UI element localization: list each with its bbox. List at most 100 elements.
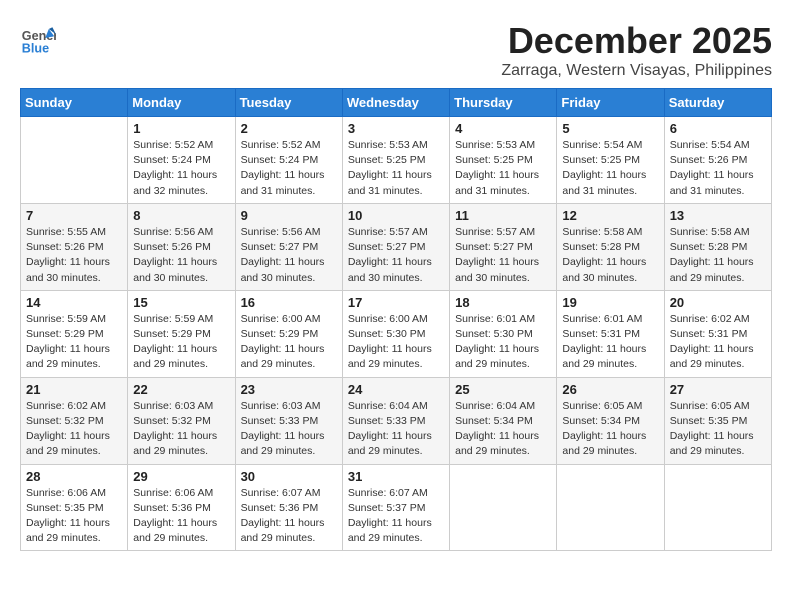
col-header-sunday: Sunday [21, 89, 128, 117]
calendar-cell: 29 Sunrise: 6:06 AM Sunset: 5:36 PM Dayli… [128, 464, 235, 551]
day-info: Sunrise: 6:02 AM Sunset: 5:32 PM Dayligh… [26, 399, 122, 460]
month-year: December 2025 [501, 20, 772, 62]
day-info: Sunrise: 5:53 AM Sunset: 5:25 PM Dayligh… [455, 138, 551, 199]
title-block: December 2025 Zarraga, Western Visayas, … [501, 20, 772, 80]
day-number: 12 [562, 208, 658, 223]
day-info: Sunrise: 6:04 AM Sunset: 5:33 PM Dayligh… [348, 399, 444, 460]
logo: General Blue [20, 20, 60, 56]
calendar-cell: 5 Sunrise: 5:54 AM Sunset: 5:25 PM Daylig… [557, 117, 664, 204]
day-info: Sunrise: 6:01 AM Sunset: 5:31 PM Dayligh… [562, 312, 658, 373]
calendar-cell: 12 Sunrise: 5:58 AM Sunset: 5:28 PM Dayli… [557, 203, 664, 290]
day-number: 2 [241, 121, 337, 136]
day-info: Sunrise: 5:58 AM Sunset: 5:28 PM Dayligh… [562, 225, 658, 286]
calendar-cell: 6 Sunrise: 5:54 AM Sunset: 5:26 PM Daylig… [664, 117, 771, 204]
calendar-cell: 9 Sunrise: 5:56 AM Sunset: 5:27 PM Daylig… [235, 203, 342, 290]
day-info: Sunrise: 5:56 AM Sunset: 5:27 PM Dayligh… [241, 225, 337, 286]
day-number: 27 [670, 382, 766, 397]
col-header-friday: Friday [557, 89, 664, 117]
day-number: 31 [348, 469, 444, 484]
day-info: Sunrise: 6:00 AM Sunset: 5:30 PM Dayligh… [348, 312, 444, 373]
calendar-cell [557, 464, 664, 551]
col-header-thursday: Thursday [450, 89, 557, 117]
location: Zarraga, Western Visayas, Philippines [501, 62, 772, 80]
calendar-cell: 26 Sunrise: 6:05 AM Sunset: 5:34 PM Dayli… [557, 377, 664, 464]
day-number: 24 [348, 382, 444, 397]
day-number: 16 [241, 295, 337, 310]
day-number: 6 [670, 121, 766, 136]
day-number: 17 [348, 295, 444, 310]
day-number: 1 [133, 121, 229, 136]
col-header-monday: Monday [128, 89, 235, 117]
calendar-cell: 22 Sunrise: 6:03 AM Sunset: 5:32 PM Dayli… [128, 377, 235, 464]
day-info: Sunrise: 6:02 AM Sunset: 5:31 PM Dayligh… [670, 312, 766, 373]
calendar-cell: 1 Sunrise: 5:52 AM Sunset: 5:24 PM Daylig… [128, 117, 235, 204]
day-info: Sunrise: 6:01 AM Sunset: 5:30 PM Dayligh… [455, 312, 551, 373]
calendar-week-2: 14 Sunrise: 5:59 AM Sunset: 5:29 PM Dayli… [21, 290, 772, 377]
day-info: Sunrise: 6:07 AM Sunset: 5:37 PM Dayligh… [348, 486, 444, 547]
day-number: 14 [26, 295, 122, 310]
day-number: 10 [348, 208, 444, 223]
calendar-cell: 7Sunrise: 5:55 AM Sunset: 5:26 PM Daylig… [21, 203, 128, 290]
day-number: 5 [562, 121, 658, 136]
day-number: 13 [670, 208, 766, 223]
calendar-cell: 23 Sunrise: 6:03 AM Sunset: 5:33 PM Dayli… [235, 377, 342, 464]
day-number: 21 [26, 382, 122, 397]
calendar-cell [450, 464, 557, 551]
col-header-saturday: Saturday [664, 89, 771, 117]
calendar-cell: 14 Sunrise: 5:59 AM Sunset: 5:29 PM Dayli… [21, 290, 128, 377]
calendar-week-1: 7Sunrise: 5:55 AM Sunset: 5:26 PM Daylig… [21, 203, 772, 290]
day-info: Sunrise: 5:59 AM Sunset: 5:29 PM Dayligh… [26, 312, 122, 373]
day-number: 3 [348, 121, 444, 136]
day-info: Sunrise: 5:58 AM Sunset: 5:28 PM Dayligh… [670, 225, 766, 286]
calendar-cell: 28 Sunrise: 6:06 AM Sunset: 5:35 PM Dayli… [21, 464, 128, 551]
calendar-cell: 25 Sunrise: 6:04 AM Sunset: 5:34 PM Dayli… [450, 377, 557, 464]
calendar-week-4: 28 Sunrise: 6:06 AM Sunset: 5:35 PM Dayli… [21, 464, 772, 551]
day-number: 25 [455, 382, 551, 397]
day-number: 29 [133, 469, 229, 484]
day-info: Sunrise: 6:03 AM Sunset: 5:33 PM Dayligh… [241, 399, 337, 460]
day-info: Sunrise: 5:57 AM Sunset: 5:27 PM Dayligh… [348, 225, 444, 286]
calendar-cell: 27 Sunrise: 6:05 AM Sunset: 5:35 PM Dayli… [664, 377, 771, 464]
day-info: Sunrise: 6:03 AM Sunset: 5:32 PM Dayligh… [133, 399, 229, 460]
calendar-cell: 31 Sunrise: 6:07 AM Sunset: 5:37 PM Dayli… [342, 464, 449, 551]
day-number: 30 [241, 469, 337, 484]
day-info: Sunrise: 6:06 AM Sunset: 5:36 PM Dayligh… [133, 486, 229, 547]
calendar-cell: 20Sunrise: 6:02 AM Sunset: 5:31 PM Dayli… [664, 290, 771, 377]
day-number: 8 [133, 208, 229, 223]
day-info: Sunrise: 5:54 AM Sunset: 5:26 PM Dayligh… [670, 138, 766, 199]
day-number: 26 [562, 382, 658, 397]
calendar-cell: 30Sunrise: 6:07 AM Sunset: 5:36 PM Dayli… [235, 464, 342, 551]
day-number: 28 [26, 469, 122, 484]
header: General Blue December 2025 Zarraga, West… [20, 20, 772, 80]
day-number: 23 [241, 382, 337, 397]
calendar-cell: 17 Sunrise: 6:00 AM Sunset: 5:30 PM Dayli… [342, 290, 449, 377]
calendar-cell: 16 Sunrise: 6:00 AM Sunset: 5:29 PM Dayli… [235, 290, 342, 377]
day-info: Sunrise: 5:53 AM Sunset: 5:25 PM Dayligh… [348, 138, 444, 199]
day-info: Sunrise: 5:54 AM Sunset: 5:25 PM Dayligh… [562, 138, 658, 199]
calendar-cell: 2Sunrise: 5:52 AM Sunset: 5:24 PM Daylig… [235, 117, 342, 204]
day-info: Sunrise: 6:04 AM Sunset: 5:34 PM Dayligh… [455, 399, 551, 460]
calendar-cell: 13 Sunrise: 5:58 AM Sunset: 5:28 PM Dayli… [664, 203, 771, 290]
day-info: Sunrise: 5:56 AM Sunset: 5:26 PM Dayligh… [133, 225, 229, 286]
day-info: Sunrise: 5:52 AM Sunset: 5:24 PM Dayligh… [133, 138, 229, 199]
day-number: 7 [26, 208, 122, 223]
day-info: Sunrise: 6:00 AM Sunset: 5:29 PM Dayligh… [241, 312, 337, 373]
calendar-cell: 11 Sunrise: 5:57 AM Sunset: 5:27 PM Dayli… [450, 203, 557, 290]
day-info: Sunrise: 6:05 AM Sunset: 5:35 PM Dayligh… [670, 399, 766, 460]
svg-text:Blue: Blue [22, 41, 49, 55]
calendar-table: SundayMondayTuesdayWednesdayThursdayFrid… [20, 88, 772, 551]
calendar-cell [664, 464, 771, 551]
calendar-week-0: 1 Sunrise: 5:52 AM Sunset: 5:24 PM Daylig… [21, 117, 772, 204]
calendar-cell: 4 Sunrise: 5:53 AM Sunset: 5:25 PM Daylig… [450, 117, 557, 204]
col-header-wednesday: Wednesday [342, 89, 449, 117]
day-info: Sunrise: 5:59 AM Sunset: 5:29 PM Dayligh… [133, 312, 229, 373]
day-number: 4 [455, 121, 551, 136]
day-number: 11 [455, 208, 551, 223]
day-info: Sunrise: 6:05 AM Sunset: 5:34 PM Dayligh… [562, 399, 658, 460]
day-info: Sunrise: 5:57 AM Sunset: 5:27 PM Dayligh… [455, 225, 551, 286]
day-number: 22 [133, 382, 229, 397]
calendar-header-row: SundayMondayTuesdayWednesdayThursdayFrid… [21, 89, 772, 117]
day-info: Sunrise: 6:06 AM Sunset: 5:35 PM Dayligh… [26, 486, 122, 547]
calendar-cell: 18Sunrise: 6:01 AM Sunset: 5:30 PM Dayli… [450, 290, 557, 377]
day-number: 9 [241, 208, 337, 223]
